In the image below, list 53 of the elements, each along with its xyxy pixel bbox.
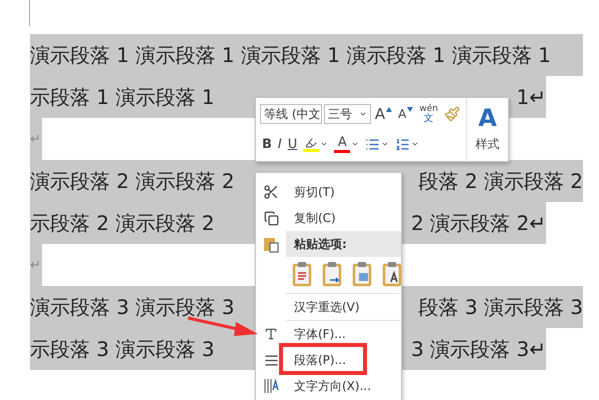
italic-button[interactable]: I	[276, 133, 284, 155]
font-color-button[interactable]: A	[332, 133, 362, 155]
document-text: 示段落 3 演示段落 3	[30, 336, 215, 362]
up-triangle-icon	[386, 107, 392, 112]
paste-options-header: 粘贴选项:	[286, 231, 401, 257]
font-icon	[264, 327, 278, 341]
document-text: 演示段落 2 演示段落 2	[30, 168, 235, 194]
copy-icon	[264, 210, 278, 226]
clipboard-brush-icon	[292, 261, 314, 287]
text-only-paste-button[interactable]	[382, 261, 404, 287]
paragraph-mark: ↵	[30, 132, 41, 146]
menu-item[interactable]: 段落(P)...	[286, 352, 346, 368]
document-text: 演示段落 3 演示段落 3	[30, 294, 235, 320]
dropdown-caret-icon	[351, 140, 360, 148]
menu-item[interactable]: 汉字重选(V)	[286, 298, 360, 316]
paragraph-mark: ↵	[30, 258, 41, 272]
document-text: 示段落 2 演示段落 2	[30, 210, 215, 236]
paragraph-icon	[264, 352, 278, 368]
menu-item[interactable]: 字体(F)...	[286, 326, 346, 342]
phonetic-guide-button[interactable]: wén 文	[417, 103, 440, 125]
shrink-font-button[interactable]: A	[396, 103, 416, 125]
document-text: 段落 3 演示段落 3	[418, 294, 583, 320]
font-name-dropdown[interactable]: 等线 (中文	[260, 104, 322, 124]
document-text: 3 演示段落 3↵	[411, 336, 546, 362]
picture-paste-button[interactable]	[352, 261, 374, 287]
document-text: 1↵	[516, 85, 546, 109]
underline-button[interactable]: U	[286, 133, 300, 155]
menu-item[interactable]: 剪切(T)	[286, 184, 335, 200]
scissors-icon	[263, 184, 279, 200]
document-text: 2 演示段落 2↵	[411, 210, 546, 236]
document-text: 示段落 1 演示段落 1	[30, 84, 215, 110]
font-size-dropdown[interactable]: 三号	[324, 104, 371, 124]
styles-button[interactable]: A 样式	[466, 98, 508, 161]
dropdown-caret-icon	[358, 110, 367, 118]
document-text: 段落 2 演示段落 2	[418, 168, 583, 194]
highlighter-icon	[305, 136, 318, 148]
bullet-list-icon	[365, 136, 380, 152]
down-triangle-icon	[407, 107, 414, 112]
clipboard-picture-icon	[352, 261, 374, 287]
numbered-list-icon	[395, 136, 410, 152]
text-direction-icon	[263, 378, 279, 394]
dropdown-caret-icon	[381, 140, 390, 148]
paintbrush-icon	[444, 106, 460, 122]
clipboard-icon	[263, 235, 279, 253]
menu-item[interactable]: 文字方向(X)...	[286, 378, 372, 394]
merge-formatting-paste-button[interactable]	[322, 261, 344, 287]
grow-font-button[interactable]: A	[372, 103, 394, 125]
keep-formatting-paste-button[interactable]	[292, 261, 314, 287]
bold-button[interactable]: B	[260, 133, 274, 155]
document-text: 演示段落 1 演示段落 1 演示段落 1 演示段落 1 演示段落 1	[30, 42, 551, 68]
dropdown-caret-icon	[411, 140, 420, 148]
dropdown-caret-icon	[320, 140, 328, 148]
menu-item[interactable]: 复制(C)	[286, 210, 336, 226]
